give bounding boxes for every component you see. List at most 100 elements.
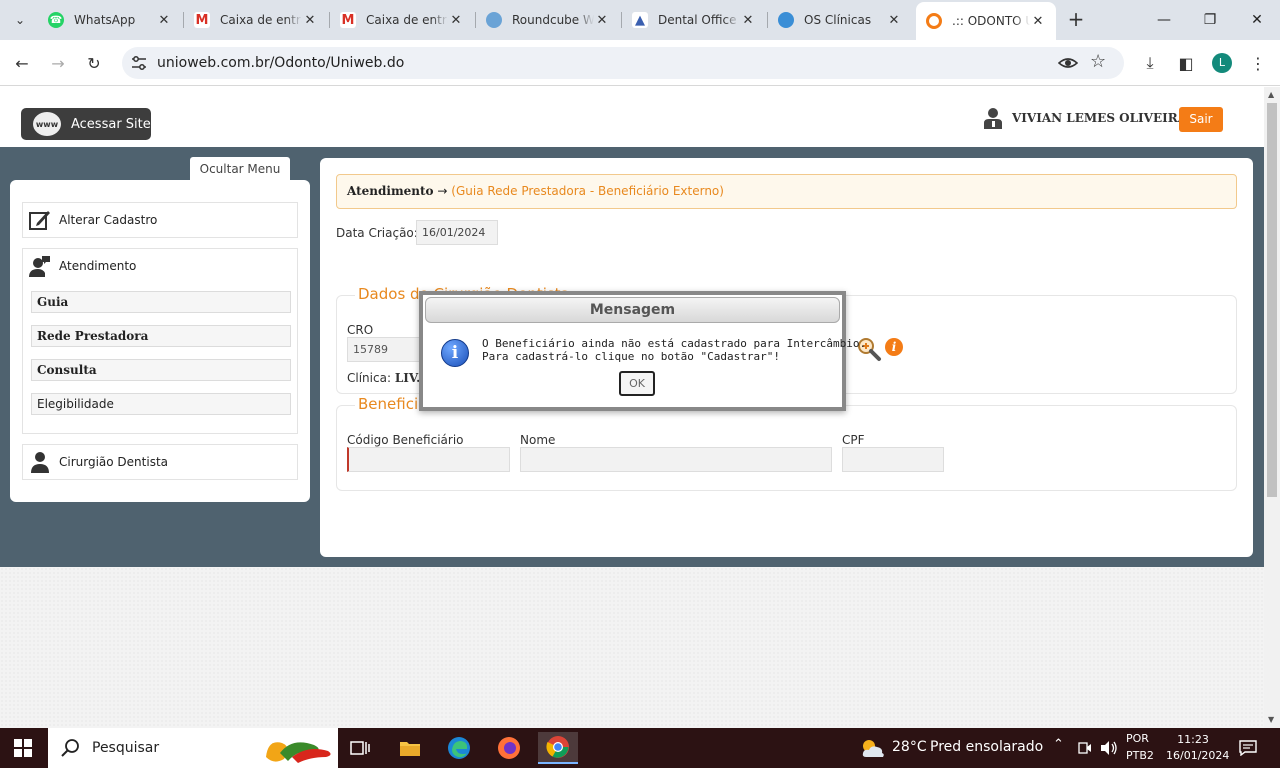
site-settings-icon[interactable]	[130, 54, 148, 72]
edit-icon	[29, 209, 51, 231]
sidebar-menu: Alterar Cadastro Atendimento Guia Rede P…	[10, 180, 310, 502]
reload-icon[interactable]: ↻	[82, 51, 106, 75]
back-icon[interactable]: ←	[10, 51, 34, 75]
user-info: VIVIAN LEMES OLIVEIRA	[984, 107, 1187, 129]
tab-title: .:: ODONTO UNIWEB	[952, 14, 1030, 28]
cpf-input[interactable]	[842, 447, 944, 472]
tab-os-clinicas[interactable]: OS Clínicas ✕	[768, 6, 912, 34]
close-icon[interactable]: ✕	[302, 13, 318, 28]
tab-title: Caixa de entrada	[220, 13, 302, 27]
scroll-up-icon[interactable]: ▲	[1268, 90, 1274, 99]
sidebar-group-atendimento: Atendimento Guia Rede Prestadora Consult…	[22, 248, 298, 434]
user-chat-icon	[29, 255, 51, 277]
sidebar-item-cirurgiao-dentista[interactable]: Cirurgião Dentista	[22, 444, 298, 480]
www-globe-icon: www	[33, 112, 61, 136]
tab-whatsapp[interactable]: ☎ WhatsApp ✕	[38, 6, 182, 34]
taskbar-search[interactable]: Pesquisar	[48, 728, 338, 768]
browser-tab-strip: ⌄ ☎ WhatsApp ✕ M Caixa de entrada ✕ M Ca…	[0, 0, 1280, 40]
tab-gmail-1[interactable]: M Caixa de entrada ✕	[184, 6, 328, 34]
tab-gmail-2[interactable]: M Caixa de entrada ✕	[330, 6, 474, 34]
sidebar-item-label: Cirurgião Dentista	[59, 455, 169, 469]
close-icon[interactable]: ✕	[448, 13, 464, 28]
eye-icon[interactable]	[1058, 54, 1078, 72]
page-scrollbar[interactable]: ▲ ▼	[1264, 87, 1280, 728]
bookmark-star-icon[interactable]: ☆	[1090, 51, 1106, 72]
nome-label: Nome	[520, 433, 556, 447]
weather-partly-sunny-icon[interactable]	[860, 737, 886, 759]
clinica-label: Clínica: LIV.	[347, 371, 421, 385]
page-viewport: www Acessar Site VIVIAN LEMES OLIVEIRA S…	[0, 87, 1264, 728]
dentist-icon	[29, 451, 51, 473]
clock-time: 11:23	[1177, 733, 1209, 746]
sidebar-item-atendimento[interactable]: Atendimento	[23, 249, 297, 283]
sidebar-item-label: Alterar Cadastro	[59, 213, 158, 227]
hide-menu-tab[interactable]: Ocultar Menu	[190, 157, 290, 181]
forward-icon[interactable]: →	[46, 51, 70, 75]
sidebar-item-alterar-cadastro[interactable]: Alterar Cadastro	[22, 202, 298, 238]
file-explorer-icon[interactable]	[390, 732, 430, 764]
codigo-beneficiario-label: Código Beneficiário	[347, 433, 464, 447]
firefox-icon[interactable]	[489, 732, 529, 764]
cro-field[interactable]: 15789	[347, 337, 427, 362]
close-icon[interactable]: ✕	[594, 13, 610, 28]
weather-description[interactable]: Pred ensolarado	[930, 739, 1043, 755]
restore-icon[interactable]: ❐	[1187, 0, 1233, 40]
window-close-icon[interactable]: ✕	[1234, 0, 1280, 40]
clock-date: 16/01/2024	[1166, 749, 1230, 762]
url-text[interactable]: unioweb.com.br/Odonto/Uniweb.do	[157, 55, 404, 71]
gmail-icon: M	[194, 12, 210, 28]
tab-dental-office[interactable]: ▲ Dental Office ✕	[622, 6, 766, 34]
task-view-icon[interactable]	[340, 732, 380, 764]
language-code[interactable]: POR	[1126, 732, 1149, 745]
breadcrumb: Atendimento → (Guia Rede Prestadora - Be…	[336, 174, 1237, 209]
tab-title: WhatsApp	[74, 13, 136, 27]
download-icon[interactable]: ⤓	[1138, 51, 1162, 75]
tab-odonto-uniweb[interactable]: .:: ODONTO UNIWEB ✕	[916, 2, 1056, 40]
close-icon[interactable]: ✕	[1030, 14, 1046, 29]
close-icon[interactable]: ✕	[886, 13, 902, 28]
sidebar-subitem-guia[interactable]: Guia	[31, 291, 291, 313]
weather-temperature[interactable]: 28°C	[892, 739, 927, 755]
close-icon[interactable]: ✕	[156, 13, 172, 28]
logout-button[interactable]: Sair	[1179, 107, 1223, 132]
browser-menu-icon[interactable]: ⋮	[1246, 51, 1270, 75]
edge-icon[interactable]	[439, 732, 479, 764]
scrollbar-thumb[interactable]	[1267, 103, 1277, 497]
user-name: VIVIAN LEMES OLIVEIRA	[1012, 111, 1188, 125]
peppers-icon	[266, 742, 331, 763]
notifications-icon[interactable]	[1239, 740, 1257, 756]
speaker-icon[interactable]	[1100, 740, 1118, 756]
sidebar-subitem-elegibilidade[interactable]: Elegibilidade	[31, 393, 291, 415]
whatsapp-icon: ☎	[48, 12, 64, 28]
profile-avatar[interactable]: L	[1212, 53, 1232, 73]
tooth-icon: ▲	[632, 12, 648, 28]
acessar-site-button[interactable]: www Acessar Site	[21, 108, 151, 140]
scroll-down-icon[interactable]: ▼	[1268, 715, 1274, 724]
cpf-label: CPF	[842, 433, 865, 447]
dialog-title: Mensagem	[425, 297, 840, 323]
tray-overflow-chevron-icon[interactable]: ⌃	[1053, 737, 1064, 752]
tab-title: Roundcube Webmail	[512, 13, 594, 27]
close-icon[interactable]: ✕	[740, 13, 756, 28]
meet-now-icon[interactable]	[1078, 740, 1092, 756]
sidebar-subitem-consulta[interactable]: Consulta	[31, 359, 291, 381]
tab-search-icon[interactable]: ⌄	[8, 8, 32, 32]
codigo-beneficiario-input[interactable]	[347, 447, 510, 472]
tab-title: Caixa de entrada	[366, 13, 448, 27]
windows-start-icon[interactable]	[14, 739, 32, 757]
ok-button[interactable]: OK	[619, 371, 655, 396]
nome-input[interactable]	[520, 447, 832, 472]
browser-toolbar: ← → ↻ unioweb.com.br/Odonto/Uniweb.do ☆ …	[0, 40, 1280, 86]
sidebar-subitem-rede-prestadora[interactable]: Rede Prestadora	[31, 325, 291, 347]
side-panel-icon[interactable]: ◧	[1174, 51, 1198, 75]
new-tab-icon[interactable]: +	[1064, 8, 1088, 32]
tab-roundcube[interactable]: Roundcube Webmail ✕	[476, 6, 620, 34]
address-bar[interactable]: unioweb.com.br/Odonto/Uniweb.do ☆	[122, 47, 1124, 79]
info-icon[interactable]: i	[885, 338, 903, 356]
taskbar-clock[interactable]: 11:23 16/01/2024	[1166, 732, 1230, 764]
keyboard-layout[interactable]: PTB2	[1126, 749, 1154, 762]
chrome-icon[interactable]	[538, 732, 578, 764]
info-icon: i	[441, 339, 469, 367]
minimize-icon[interactable]: —	[1141, 0, 1187, 40]
message-dialog: Mensagem i O Beneficiário ainda não está…	[419, 291, 866, 411]
